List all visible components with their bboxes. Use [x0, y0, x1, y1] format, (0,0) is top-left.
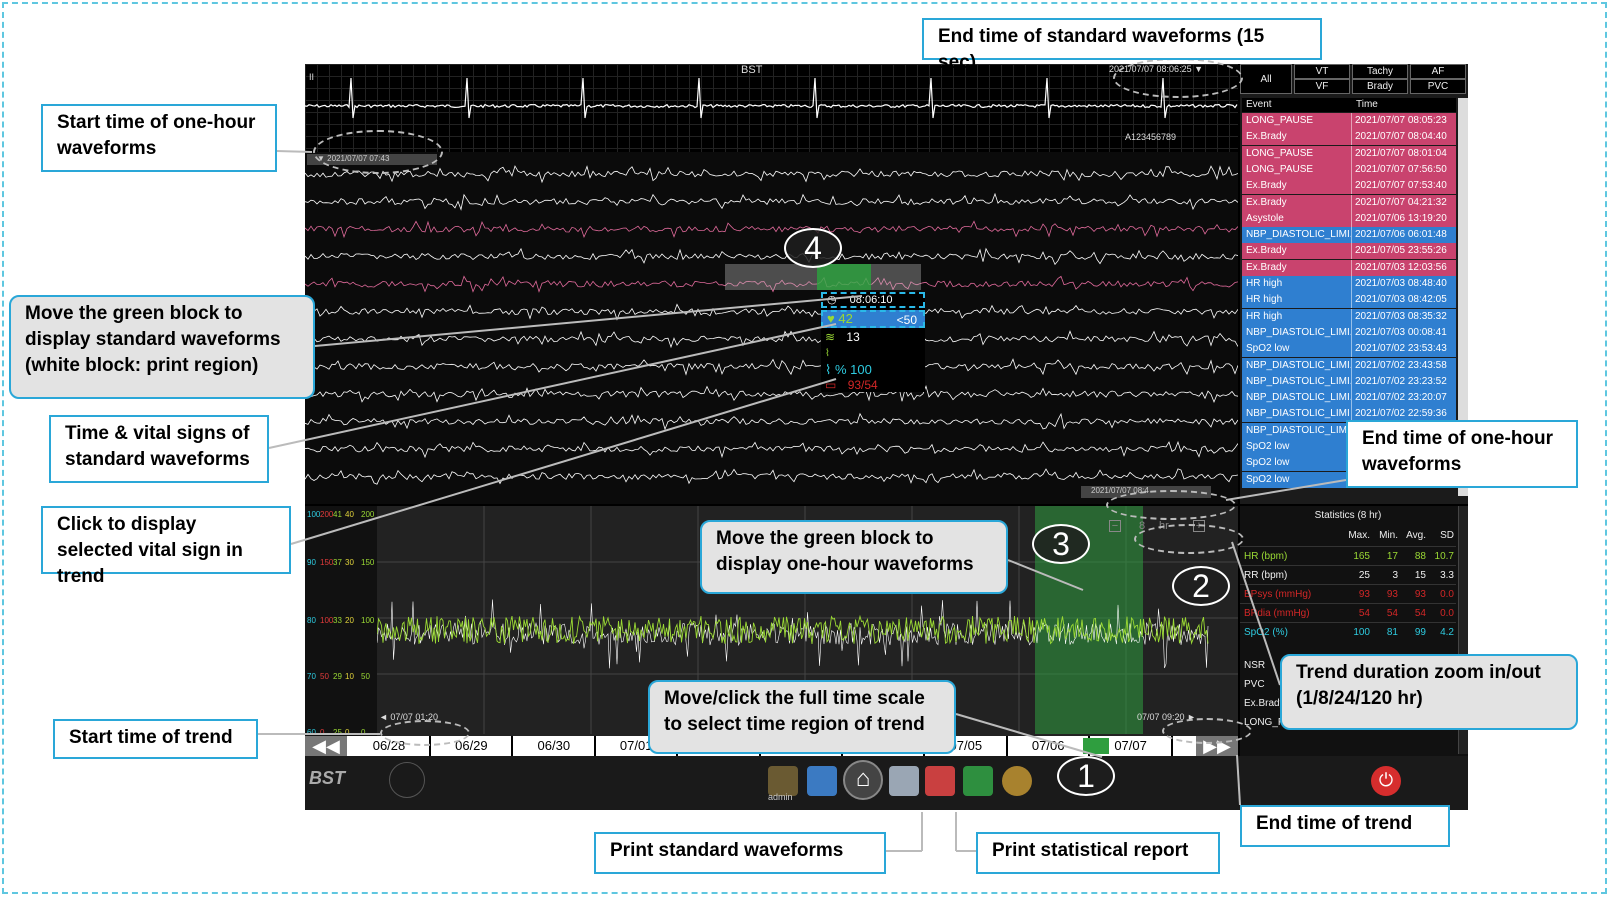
badge-3: 3 [1032, 524, 1090, 564]
badge-1: 1 [1057, 756, 1115, 796]
callout-print-stat: Print statistical report [976, 832, 1220, 874]
callout-trend-start: Start time of trend [53, 719, 258, 759]
callout-zoom: Trend duration zoom in/out (1/8/24/120 h… [1280, 654, 1578, 730]
callout-full-scale: Move/click the full time scale to select… [648, 680, 956, 754]
callout-time-vitals: Time & vital signs of standard waveforms [49, 415, 269, 483]
badge-4: 4 [784, 228, 842, 268]
callout-move-green-hour: Move the green block to display one-hour… [700, 520, 1008, 594]
callout-std-end: End time of standard waveforms (15 sec) [922, 18, 1322, 73]
callout-click-vital: Click to display selected vital sign in … [41, 506, 291, 587]
callout-trend-end: End time of trend [1240, 805, 1450, 847]
callout-print-std: Print standard waveforms [594, 832, 886, 874]
callout-hour-start: Start time of one-hour waveforms [41, 104, 277, 172]
badge-2: 2 [1172, 566, 1230, 606]
callout-hour-end: End time of one-hour waveforms [1346, 420, 1578, 488]
callout-move-green-std: Move the green block to display standard… [9, 295, 315, 399]
